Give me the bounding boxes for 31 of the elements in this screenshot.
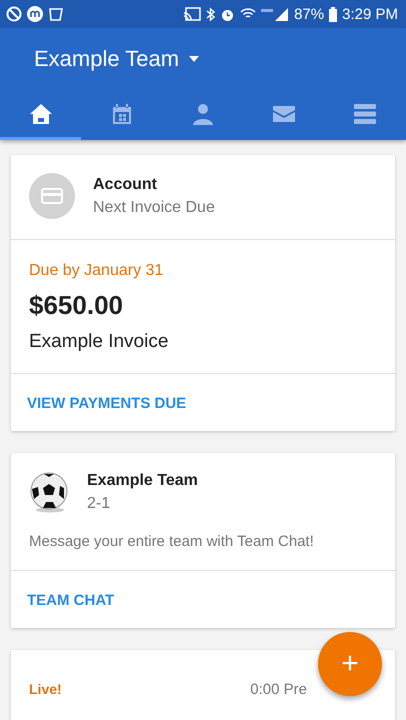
team-chat-message: Message your entire team with Team Chat! <box>28 533 315 552</box>
calendar-icon <box>110 102 133 124</box>
mail-icon <box>273 104 296 122</box>
app-icon <box>27 6 43 22</box>
blocked-icon <box>6 6 22 22</box>
team-name: Example Team <box>87 472 198 490</box>
person-icon <box>192 102 214 124</box>
battery-icon <box>329 6 338 22</box>
battery-percentage: 87% <box>294 6 324 22</box>
app-icon <box>48 6 64 22</box>
add-button[interactable]: + <box>318 632 382 696</box>
game-clock: 0:00 Pre <box>250 680 307 698</box>
invoice-amount: $650.00 <box>29 290 124 321</box>
credit-card-icon <box>29 173 75 219</box>
signal-icon <box>261 7 290 21</box>
team-record: 2-1 <box>87 494 112 512</box>
home-icon <box>28 102 53 124</box>
menu-icon <box>354 104 376 124</box>
invoice-name: Example Invoice <box>29 331 170 353</box>
clock-time: 3:29 PM <box>342 6 398 22</box>
due-date: Due by January 31 <box>29 262 164 280</box>
soccer-ball-icon <box>29 471 69 513</box>
bluetooth-icon <box>206 6 216 22</box>
live-label: Live! <box>29 681 62 697</box>
account-subtitle: Next Invoice Due <box>93 198 215 216</box>
team-chat-link[interactable]: TEAM CHAT <box>11 571 395 628</box>
account-title: Account <box>93 176 158 194</box>
view-payments-link[interactable]: VIEW PAYMENTS DUE <box>11 374 395 431</box>
dropdown-caret-icon[interactable] <box>189 56 200 62</box>
team-title[interactable]: Example Team <box>34 46 180 72</box>
cast-icon <box>183 7 202 21</box>
